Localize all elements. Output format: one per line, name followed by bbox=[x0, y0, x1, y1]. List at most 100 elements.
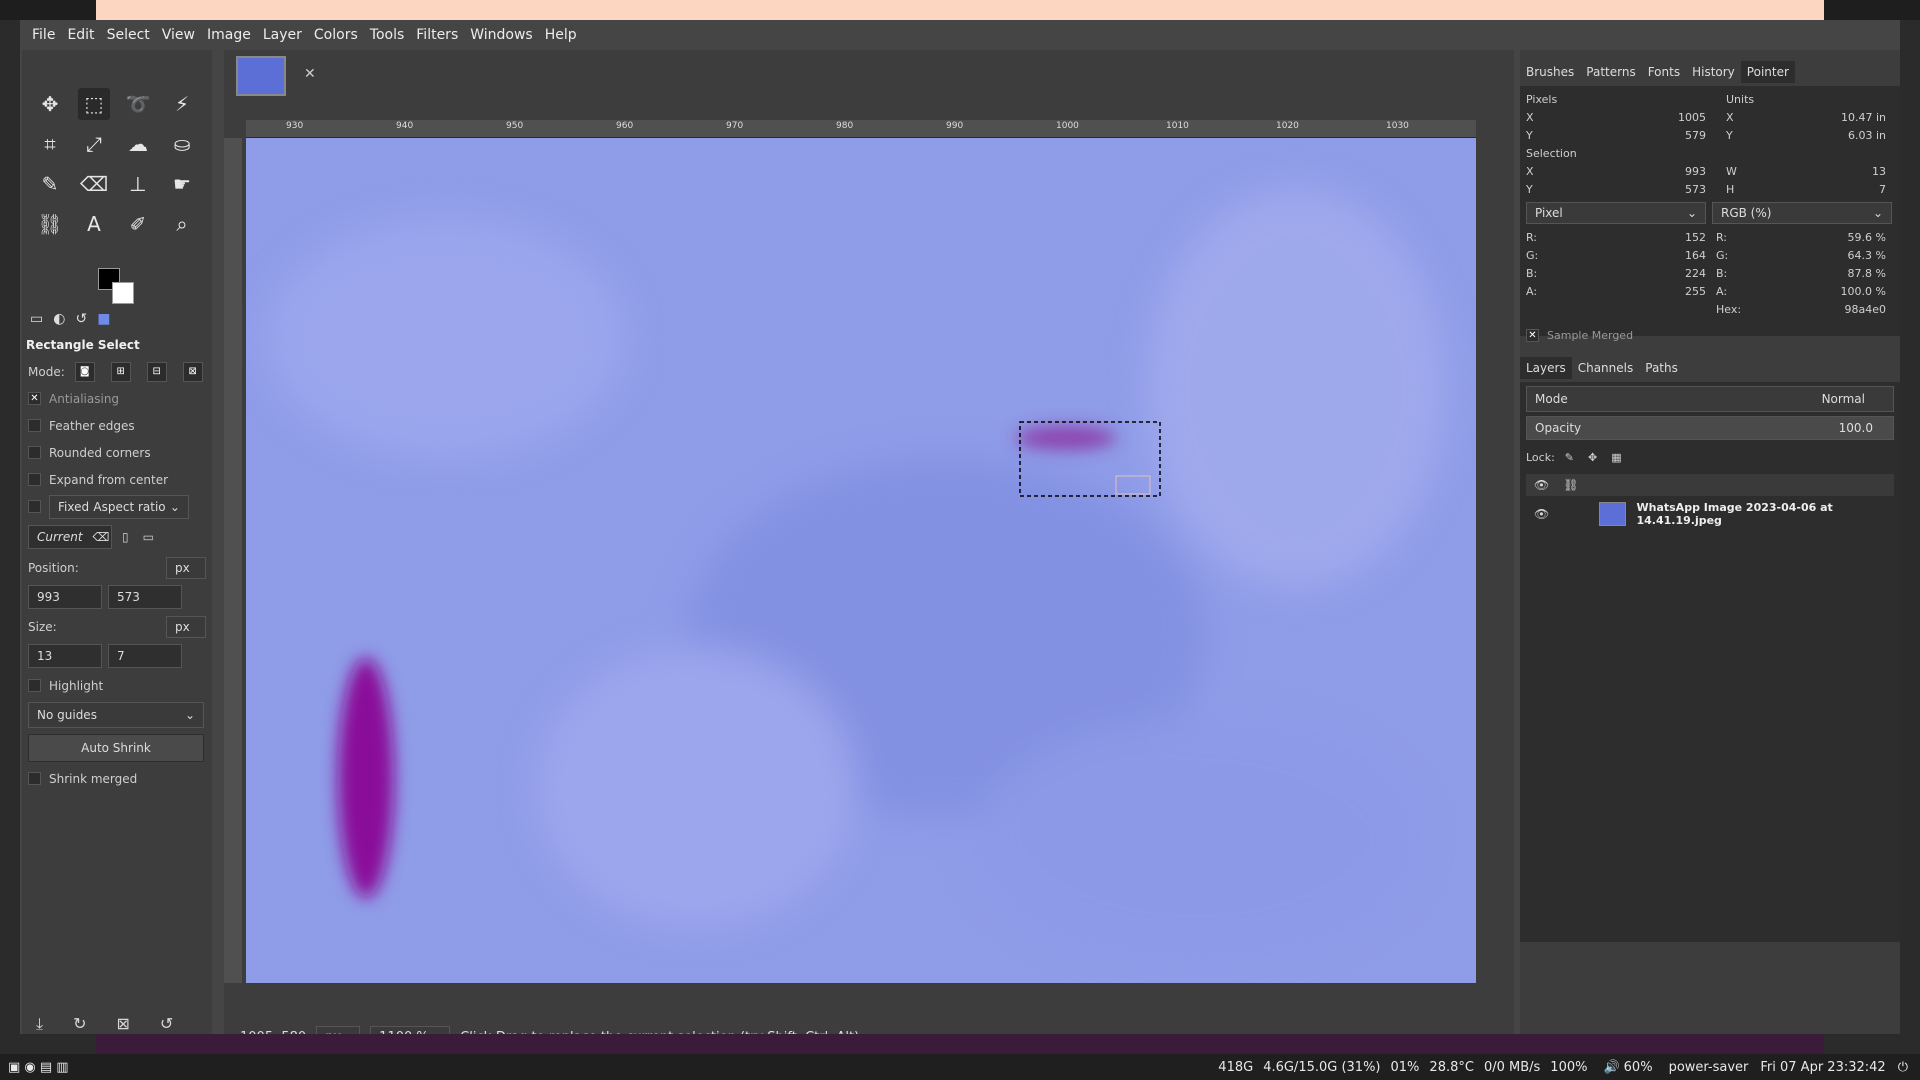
sample-mode-select[interactable]: Pixel ⌄ bbox=[1526, 202, 1706, 224]
menu-file[interactable]: File bbox=[26, 27, 61, 43]
tab-history[interactable]: History bbox=[1686, 61, 1741, 83]
size-h-input[interactable]: 7 bbox=[108, 644, 182, 668]
layers-panel: Mode Normal Opacity 100.0 Lock: ✎ ✥ ▦ 👁 ⛓ 👁 Wh… bbox=[1520, 382, 1900, 942]
tab-channels[interactable]: Channels bbox=[1572, 357, 1640, 379]
size-unit-select[interactable]: px bbox=[166, 615, 206, 638]
disk-usage: 418G bbox=[1218, 1059, 1254, 1075]
shrink-merged-row[interactable]: Shrink merged bbox=[22, 765, 212, 792]
guides-select[interactable]: No guides ⌄ bbox=[28, 702, 204, 728]
device-status-tab-icon[interactable]: ◐ bbox=[53, 311, 65, 327]
feather-checkbox[interactable] bbox=[28, 419, 41, 432]
ruler-label: 930 bbox=[286, 121, 304, 131]
menu-filters[interactable]: Filters bbox=[410, 27, 464, 43]
smudge-tool-icon[interactable]: ☛ bbox=[166, 168, 198, 200]
images-tab-icon[interactable]: ■ bbox=[97, 311, 110, 327]
feather-row[interactable]: Feather edges bbox=[22, 412, 212, 439]
tab-pointer[interactable]: Pointer bbox=[1740, 61, 1795, 83]
rounded-row[interactable]: Rounded corners bbox=[22, 439, 212, 466]
launcher-icons[interactable]: ▣ ◉ ▤ ▥ bbox=[0, 1060, 77, 1075]
tab-layers[interactable]: Layers bbox=[1520, 357, 1572, 379]
position-y-input[interactable]: 573 bbox=[108, 585, 182, 609]
current-field[interactable]: Current ⌫ bbox=[28, 525, 112, 549]
sample-merged-checkbox[interactable]: ✕ bbox=[1526, 328, 1539, 342]
landscape-icon[interactable]: ▭ bbox=[143, 530, 154, 544]
mode-replace-icon[interactable]: ◙ bbox=[74, 361, 95, 382]
save-preset-icon[interactable]: ⤓ bbox=[36, 1014, 43, 1034]
mode-add-icon[interactable]: ⊞ bbox=[110, 361, 131, 382]
menu-help[interactable]: Help bbox=[539, 27, 583, 43]
close-icon[interactable]: ✕ bbox=[304, 66, 316, 82]
memory-usage: 4.6G/15.0G (31%) bbox=[1263, 1059, 1381, 1075]
layer-row[interactable]: 👁 WhatsApp Image 2023-04-06 at 14.41.19.… bbox=[1526, 496, 1894, 532]
green-percent: 64.3 % bbox=[1847, 248, 1886, 262]
expand-checkbox[interactable] bbox=[28, 473, 41, 486]
power-icon[interactable]: ⏻ bbox=[1898, 1060, 1908, 1075]
menu-edit[interactable]: Edit bbox=[61, 27, 100, 43]
position-unit-select[interactable]: px bbox=[166, 556, 206, 579]
background-color[interactable] bbox=[112, 282, 134, 304]
menu-tools[interactable]: Tools bbox=[364, 27, 411, 43]
antialiasing-checkbox[interactable]: ✕ bbox=[28, 392, 41, 405]
tab-patterns[interactable]: Patterns bbox=[1580, 61, 1641, 83]
size-unit-label: px bbox=[175, 619, 190, 634]
portrait-icon[interactable]: ▯ bbox=[122, 530, 129, 544]
highlight-checkbox[interactable] bbox=[28, 679, 41, 692]
delete-preset-icon[interactable]: ⊠ bbox=[116, 1014, 129, 1034]
bottom-accent-strip bbox=[96, 1034, 1824, 1054]
position-x-input[interactable]: 993 bbox=[28, 585, 102, 609]
menu-windows[interactable]: Windows bbox=[464, 27, 539, 43]
lock-alpha-icon[interactable]: ▦ bbox=[1611, 451, 1621, 464]
rounded-checkbox[interactable] bbox=[28, 446, 41, 459]
layer-mode-select[interactable]: Mode Normal bbox=[1526, 386, 1894, 412]
mode-intersect-icon[interactable]: ⊠ bbox=[182, 361, 203, 382]
bucket-fill-tool-icon[interactable]: ⛀ bbox=[166, 128, 198, 160]
restore-preset-icon[interactable]: ↻ bbox=[73, 1014, 86, 1034]
menu-layer[interactable]: Layer bbox=[257, 27, 308, 43]
image-tab-thumbnail[interactable] bbox=[236, 56, 286, 96]
tab-paths[interactable]: Paths bbox=[1639, 357, 1684, 379]
fixed-checkbox[interactable] bbox=[28, 500, 41, 513]
color-picker-tool-icon[interactable]: ✐ bbox=[122, 208, 154, 240]
image-canvas[interactable] bbox=[246, 138, 1476, 983]
menu-select[interactable]: Select bbox=[101, 27, 156, 43]
paintbrush-tool-icon[interactable]: ✎ bbox=[34, 168, 66, 200]
color-model-select[interactable]: RGB (%) ⌄ bbox=[1712, 202, 1892, 224]
clear-icon[interactable]: ⌫ bbox=[93, 530, 110, 544]
opacity-slider[interactable]: Opacity 100.0 bbox=[1526, 416, 1894, 440]
highlight-row[interactable]: Highlight bbox=[22, 672, 212, 699]
rect-select-tool-icon[interactable]: ⬚ bbox=[78, 88, 110, 120]
zoom-tool-icon[interactable]: ⌕ bbox=[166, 208, 198, 240]
power-profile[interactable]: power-saver bbox=[1669, 1060, 1749, 1075]
eraser-tool-icon[interactable]: ⌫ bbox=[78, 168, 110, 200]
fixed-aspect-dropdown[interactable]: Fixed Aspect ratio ⌄ bbox=[49, 494, 189, 519]
reset-icon[interactable]: ↺ bbox=[160, 1014, 173, 1034]
fuzzy-select-tool-icon[interactable]: ⚡ bbox=[166, 88, 198, 120]
units-heading: Units bbox=[1726, 92, 1755, 106]
crop-tool-icon[interactable]: ⌗ bbox=[34, 128, 66, 160]
menu-view[interactable]: View bbox=[156, 27, 201, 43]
text-tool-icon[interactable]: A bbox=[78, 208, 110, 240]
transform-tool-icon[interactable]: ⤢ bbox=[78, 128, 110, 160]
antialiasing-row[interactable]: ✕ Antialiasing bbox=[22, 385, 212, 412]
menu-image[interactable]: Image bbox=[201, 27, 257, 43]
paths-tool-icon[interactable]: ⛓ bbox=[34, 208, 66, 240]
pointer-uy: 6.03 in bbox=[1847, 128, 1886, 142]
tool-options-tab-icon[interactable]: ▭ bbox=[30, 311, 43, 327]
expand-row[interactable]: Expand from center bbox=[22, 466, 212, 493]
eye-icon[interactable]: 👁 bbox=[1534, 507, 1549, 521]
mode-subtract-icon[interactable]: ⊟ bbox=[146, 361, 167, 382]
lasso-tool-icon[interactable]: ➰ bbox=[122, 88, 154, 120]
size-w-input[interactable]: 13 bbox=[28, 644, 102, 668]
move-tool-icon[interactable]: ✥ bbox=[34, 88, 66, 120]
warp-tool-icon[interactable]: ☁ bbox=[122, 128, 154, 160]
tab-brushes[interactable]: Brushes bbox=[1520, 61, 1580, 83]
lock-pixels-icon[interactable]: ✎ bbox=[1565, 451, 1574, 464]
auto-shrink-button[interactable]: Auto Shrink bbox=[28, 734, 204, 762]
tab-fonts[interactable]: Fonts bbox=[1642, 61, 1686, 83]
clone-tool-icon[interactable]: ⊥ bbox=[122, 168, 154, 200]
undo-history-tab-icon[interactable]: ↺ bbox=[75, 311, 87, 327]
menu-colors[interactable]: Colors bbox=[308, 27, 364, 43]
shrink-merged-checkbox[interactable] bbox=[28, 772, 41, 785]
lock-position-icon[interactable]: ✥ bbox=[1588, 451, 1597, 464]
volume-icon[interactable]: 🔊 bbox=[1603, 1060, 1619, 1075]
